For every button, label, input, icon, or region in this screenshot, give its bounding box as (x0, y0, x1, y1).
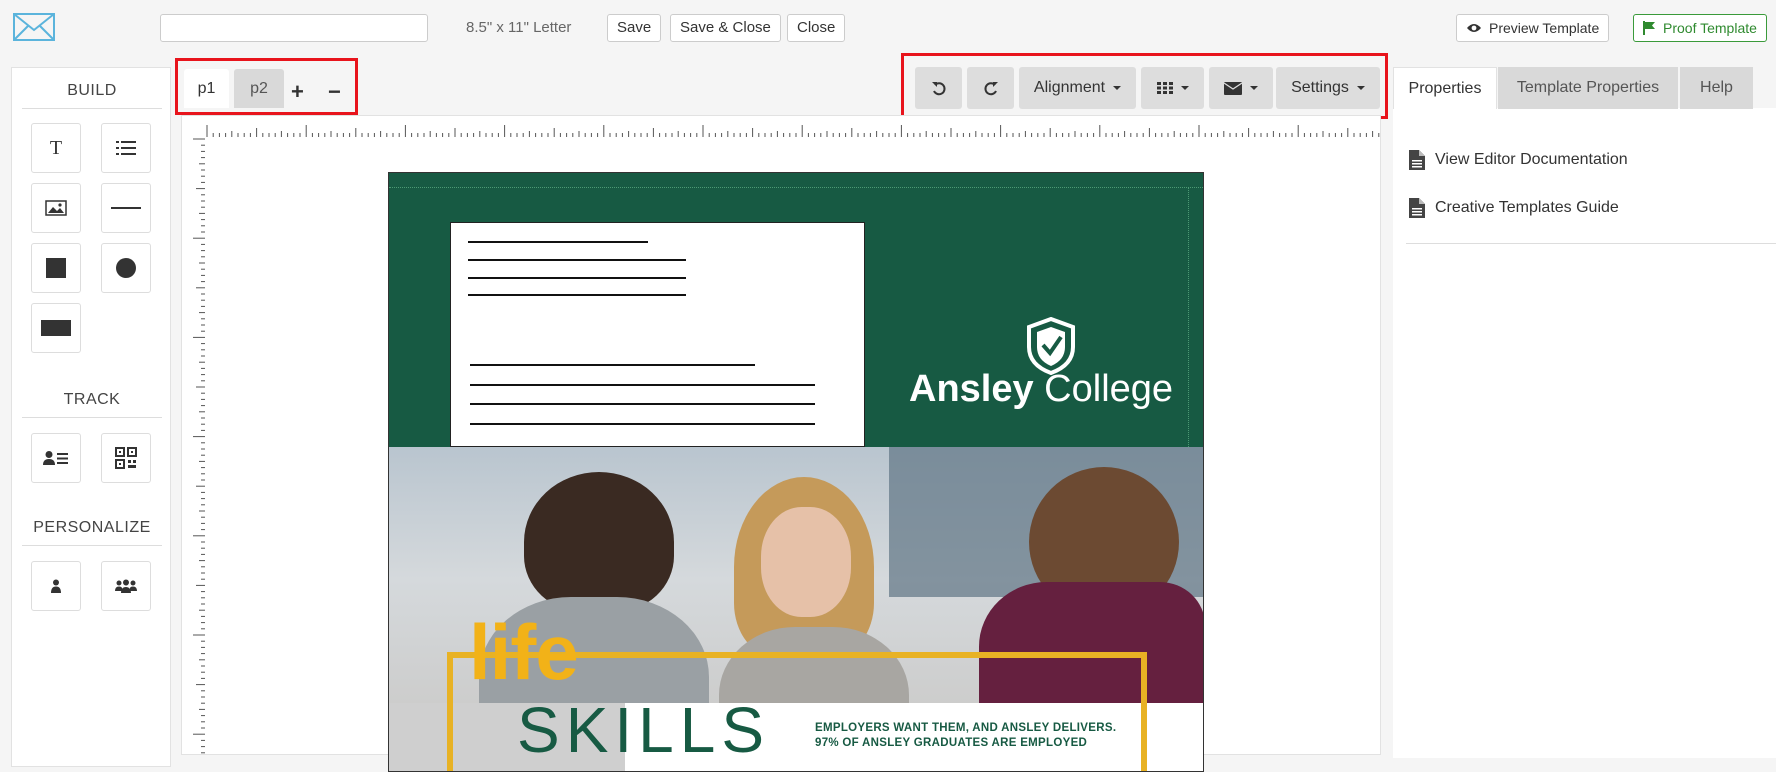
return-address-line (468, 259, 686, 261)
proof-template-button[interactable]: Proof Template (1633, 14, 1767, 42)
line-icon (111, 207, 141, 209)
group-icon (115, 579, 137, 593)
undo-icon (931, 82, 946, 96)
college-name-bold: Ansley (909, 368, 1034, 410)
preview-template-button[interactable]: Preview Template (1456, 14, 1610, 42)
group-tool[interactable] (101, 561, 151, 611)
track-section-title: TRACK (63, 391, 121, 408)
image-tool[interactable] (31, 183, 81, 233)
text-icon: T (49, 136, 63, 159)
rectangle-tool[interactable] (31, 243, 81, 293)
return-address-line (468, 241, 648, 243)
redo-icon (983, 82, 998, 96)
document-icon (1409, 150, 1425, 170)
circle-tool[interactable] (101, 243, 151, 293)
college-name: Ansley College (909, 368, 1173, 411)
settings-dropdown[interactable]: Settings (1276, 67, 1380, 109)
recipient-address-line (470, 403, 815, 405)
creative-templates-guide-link[interactable]: Creative Templates Guide (1409, 198, 1619, 218)
single-person-tool[interactable] (31, 561, 81, 611)
chevron-down-icon (1113, 86, 1122, 90)
chevron-down-icon (1180, 86, 1189, 90)
recipient-address-line (470, 364, 755, 366)
person-icon (51, 579, 61, 593)
list-icon (116, 141, 136, 155)
tab-template-properties[interactable]: Template Properties (1498, 67, 1678, 109)
alignment-dropdown[interactable]: Alignment (1019, 67, 1136, 109)
qr-code-icon (115, 447, 137, 469)
tab-page-1[interactable]: p1 (184, 69, 229, 108)
alignment-label: Alignment (1033, 79, 1106, 96)
circle-icon (116, 258, 136, 278)
horizontal-ruler (206, 125, 1380, 137)
divider (22, 108, 162, 109)
top-bar: 8.5" x 11" Letter Save Save & Close Clos… (0, 0, 1776, 56)
photo-person-left (524, 472, 674, 612)
wide-rectangle-icon (41, 320, 71, 336)
eye-icon (1467, 24, 1481, 32)
divider (22, 545, 162, 546)
page-size-label: 8.5" x 11" Letter (466, 19, 572, 36)
shield-icon (1027, 317, 1075, 375)
divider (1406, 243, 1776, 244)
save-and-close-button[interactable]: Save & Close (670, 14, 781, 42)
add-page-button[interactable]: + (291, 79, 304, 105)
redo-button[interactable] (967, 67, 1014, 109)
close-button[interactable]: Close (787, 14, 846, 42)
photo-person-center-face (761, 507, 851, 617)
link-label: Creative Templates Guide (1435, 199, 1619, 216)
build-section-title: BUILD (67, 82, 117, 99)
undo-button[interactable] (915, 67, 962, 109)
document-icon (1409, 198, 1425, 218)
build-panel: BUILD T TRACK PERSONALIZE (11, 67, 171, 767)
grid-dropdown[interactable] (1141, 67, 1204, 109)
chevron-down-icon (1356, 86, 1365, 90)
envelope-icon (1224, 81, 1242, 95)
document-page[interactable]: Ansley College life SKILLS EMPLOYERS WAN… (388, 172, 1204, 772)
divider (22, 417, 162, 418)
personalize-section-title: PERSONALIZE (33, 519, 151, 536)
view-editor-documentation-link[interactable]: View Editor Documentation (1409, 150, 1628, 170)
skills-heading[interactable]: SKILLS (517, 698, 770, 762)
return-address-line (468, 294, 686, 296)
address-block[interactable] (450, 222, 865, 447)
college-name-light: College (1033, 368, 1174, 410)
recipient-address-line (470, 384, 815, 386)
wide-rectangle-tool[interactable] (31, 303, 81, 353)
proof-template-label: Proof Template (1663, 20, 1757, 36)
tab-help[interactable]: Help (1680, 67, 1753, 109)
flag-icon (1643, 21, 1655, 35)
image-icon (45, 200, 67, 216)
tab-page-2[interactable]: p2 (234, 69, 284, 108)
life-heading[interactable]: life (469, 613, 579, 691)
settings-label: Settings (1291, 79, 1349, 96)
return-address-line (468, 277, 686, 279)
template-name-input[interactable] (160, 14, 428, 42)
tagline[interactable]: EMPLOYERS WANT THEM, AND ANSLEY DELIVERS… (815, 721, 1116, 751)
tab-properties[interactable]: Properties (1393, 67, 1497, 109)
link-label: View Editor Documentation (1435, 151, 1628, 168)
line-tool[interactable] (101, 183, 151, 233)
tagline-line-2: 97% OF ANSLEY GRADUATES ARE EMPLOYED (815, 737, 1088, 749)
grid-icon (1156, 82, 1173, 94)
mail-dropdown[interactable] (1209, 67, 1273, 109)
save-button[interactable]: Save (607, 14, 662, 42)
vertical-ruler (193, 138, 205, 754)
preview-template-label: Preview Template (1489, 20, 1600, 36)
list-tool[interactable] (101, 123, 151, 173)
envelope-logo-icon (13, 13, 55, 41)
remove-page-button[interactable]: − (328, 79, 341, 105)
safe-zone-guide (389, 187, 1203, 188)
qr-code-tool[interactable] (101, 433, 151, 483)
recipient-address-line (470, 423, 815, 425)
square-icon (46, 258, 66, 278)
contact-field-tool[interactable] (31, 433, 81, 483)
chevron-down-icon (1250, 86, 1258, 90)
text-tool[interactable]: T (31, 123, 81, 173)
contact-list-icon (43, 451, 68, 465)
tagline-line-1: EMPLOYERS WANT THEM, AND ANSLEY DELIVERS… (815, 722, 1117, 734)
